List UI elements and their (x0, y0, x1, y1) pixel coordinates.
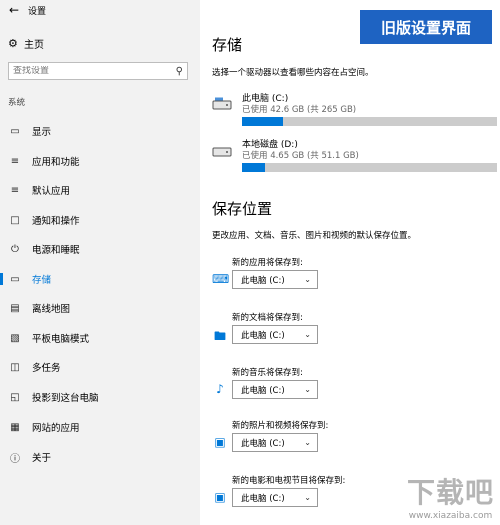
save-music-row: 新的音乐将保存到: ♪ 此电脑 (C:) ⌄ (212, 366, 497, 410)
back-arrow-icon[interactable]: ← (0, 0, 28, 20)
save-label: 新的电影和电视节目将保存到: (232, 476, 346, 486)
drive-c[interactable]: 此电脑 (C:) 已使用 42.6 GB (共 265 GB) (212, 91, 497, 131)
save-videos-select[interactable]: 此电脑 (C:) ⌄ (232, 488, 318, 507)
save-music-select[interactable]: 此电脑 (C:) ⌄ (232, 380, 318, 399)
default-apps-icon: ≡ (10, 184, 20, 196)
save-label: 新的文档将保存到: (232, 313, 303, 323)
sidebar-item-label: 默认应用 (32, 186, 71, 197)
notifications-icon: □ (10, 214, 20, 226)
banner-label: 旧版设置界面 (360, 10, 492, 44)
sidebar-item-project[interactable]: ◱ 投影到这台电脑 (0, 386, 200, 408)
sidebar-item-power[interactable]: ⏻ 电源和睡眠 (0, 238, 200, 260)
sidebar-item-label: 网站的应用 (32, 423, 80, 434)
select-value: 此电脑 (C:) (241, 275, 285, 286)
home-label: 主页 (24, 40, 44, 51)
select-value: 此电脑 (C:) (241, 385, 285, 396)
sidebar-item-display[interactable]: ▭ 显示 (0, 120, 200, 142)
home-link[interactable]: ⚙ 主页 (8, 36, 44, 51)
search-input[interactable] (13, 66, 163, 76)
pc-drive-icon (212, 97, 232, 110)
disk-drive-icon (212, 147, 232, 157)
sidebar-item-default-apps[interactable]: ≡ 默认应用 (0, 179, 200, 201)
picture-icon: ▣ (214, 435, 226, 449)
drive-usage-bar (242, 163, 497, 172)
sidebar-item-label: 投影到这台电脑 (32, 393, 99, 404)
save-photos-row: 新的照片和视频将保存到: ▣ 此电脑 (C:) ⌄ (212, 419, 497, 463)
watermark-url: www.xiazaiba.com (408, 511, 493, 521)
display-icon: ▭ (10, 125, 20, 137)
drive-usage-fill (242, 117, 284, 126)
section-label: 系统 (8, 98, 26, 108)
video-camera-icon: ▣ (214, 490, 226, 504)
select-value: 此电脑 (C:) (241, 330, 285, 341)
storage-description: 选择一个驱动器以查看哪些内容在占空间。 (212, 68, 374, 78)
sidebar: ← 设置 ⚙ 主页 ⚲ 系统 ▭ 显示 ≡ 应用和功能 ≡ 默认应用 □ 通知和… (0, 0, 200, 525)
chevron-down-icon: ⌄ (304, 438, 311, 447)
web-apps-icon: ▦ (10, 421, 20, 433)
watermark: 下载吧 www.xiazaiba.com (407, 471, 494, 521)
sidebar-item-apps[interactable]: ≡ 应用和功能 (0, 150, 200, 172)
select-value: 此电脑 (C:) (241, 438, 285, 449)
save-label: 新的音乐将保存到: (232, 368, 303, 378)
title-bar: ← 设置 (0, 0, 200, 20)
sidebar-item-tablet[interactable]: ▧ 平板电脑模式 (0, 327, 200, 349)
save-documents-select[interactable]: 此电脑 (C:) ⌄ (232, 325, 318, 344)
sidebar-item-label: 离线地图 (32, 304, 71, 315)
info-icon: ⓘ (10, 453, 20, 465)
music-note-icon: ♪ (216, 382, 224, 396)
chevron-down-icon: ⌄ (304, 385, 311, 394)
sidebar-item-label: 显示 (32, 127, 52, 138)
drive-usage-text: 已使用 4.65 GB (共 51.1 GB) (242, 151, 359, 161)
gear-icon: ⚙ (8, 37, 18, 50)
sidebar-item-notifications[interactable]: □ 通知和操作 (0, 209, 200, 231)
sidebar-item-storage[interactable]: ▭ 存储 (0, 268, 200, 290)
storage-icon: ▭ (10, 273, 20, 285)
watermark-logo-text: 下载吧 (406, 476, 494, 509)
folder-icon: 🖿 (213, 329, 226, 343)
sidebar-item-web-apps[interactable]: ▦ 网站的应用 (0, 416, 200, 438)
window-title: 设置 (28, 6, 47, 17)
save-label: 新的应用将保存到: (232, 258, 303, 268)
search-box[interactable]: ⚲ (8, 62, 188, 80)
save-documents-row: 新的文档将保存到: 🖿 此电脑 (C:) ⌄ (212, 311, 497, 355)
sidebar-item-label: 通知和操作 (32, 216, 80, 227)
chevron-down-icon: ⌄ (304, 275, 311, 284)
sidebar-item-about[interactable]: ⓘ 关于 (0, 446, 200, 468)
search-icon[interactable]: ⚲ (176, 66, 183, 77)
chevron-down-icon: ⌄ (304, 330, 311, 339)
multitask-icon: ◫ (10, 361, 20, 373)
sidebar-item-maps[interactable]: ▤ 离线地图 (0, 297, 200, 319)
sidebar-item-label: 平板电脑模式 (32, 334, 90, 345)
sidebar-item-label: 关于 (32, 453, 52, 464)
save-locations-title: 保存位置 (212, 200, 273, 218)
chevron-down-icon: ⌄ (304, 493, 311, 502)
main-content: 旧版设置界面 存储 选择一个驱动器以查看哪些内容在占空间。 此电脑 (C:) 已… (200, 0, 500, 525)
save-photos-select[interactable]: 此电脑 (C:) ⌄ (232, 433, 318, 452)
save-label: 新的照片和视频将保存到: (232, 421, 329, 431)
sidebar-item-label: 电源和睡眠 (32, 245, 80, 256)
tablet-icon: ▧ (10, 332, 20, 344)
storage-title: 存储 (212, 36, 243, 54)
drive-usage-text: 已使用 42.6 GB (共 265 GB) (242, 105, 357, 115)
keyboard-icon: ⌨ (212, 272, 230, 286)
drive-usage-fill (242, 163, 266, 172)
save-apps-row: 新的应用将保存到: ⌨ 此电脑 (C:) ⌄ (212, 256, 497, 300)
save-apps-select[interactable]: 此电脑 (C:) ⌄ (232, 270, 318, 289)
select-value: 此电脑 (C:) (241, 493, 285, 504)
project-icon: ◱ (10, 391, 20, 403)
save-locations-description: 更改应用、文档、音乐、图片和视频的默认保存位置。 (212, 231, 417, 241)
map-icon: ▤ (10, 302, 20, 314)
sidebar-item-label: 应用和功能 (32, 157, 80, 168)
drive-usage-bar (242, 117, 497, 126)
sidebar-item-multitask[interactable]: ◫ 多任务 (0, 356, 200, 378)
drive-d[interactable]: 本地磁盘 (D:) 已使用 4.65 GB (共 51.1 GB) (212, 137, 497, 177)
sidebar-item-label: 存储 (32, 275, 52, 286)
power-icon: ⏻ (11, 243, 19, 255)
sidebar-item-label: 多任务 (32, 363, 61, 374)
apps-list-icon: ≡ (10, 155, 20, 167)
